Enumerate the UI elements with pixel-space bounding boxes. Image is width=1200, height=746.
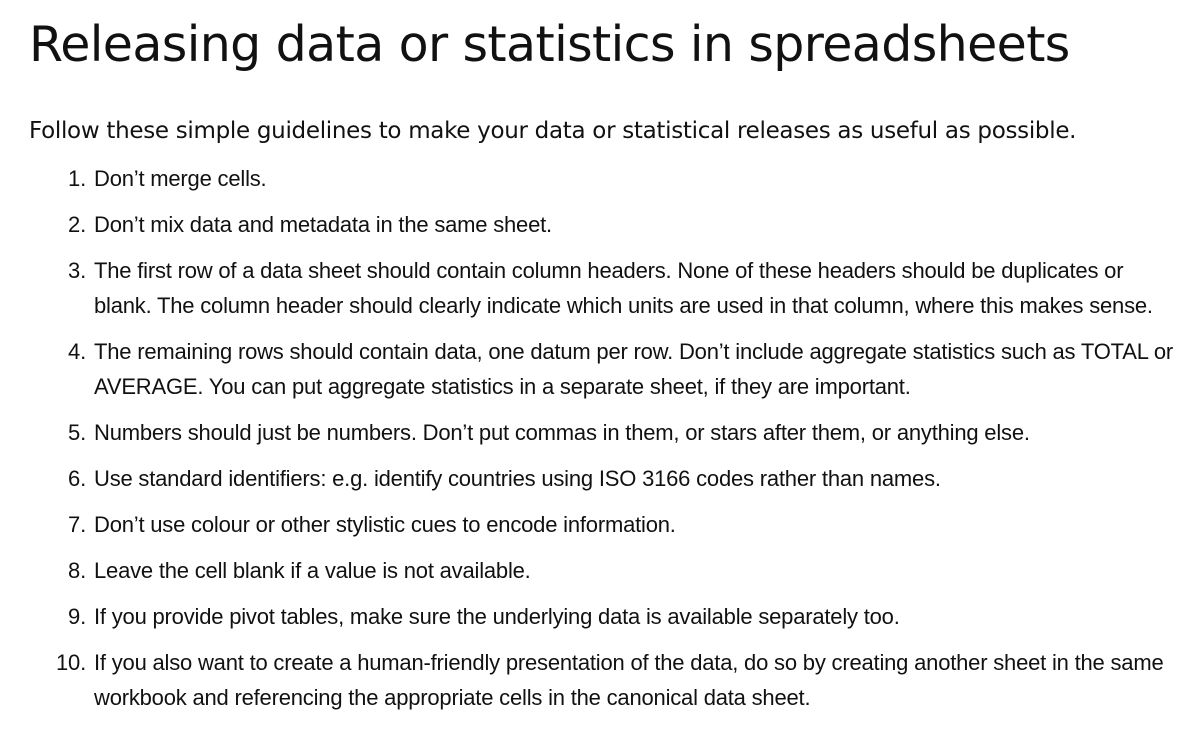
list-item-text: Use standard identifiers: e.g. identify … <box>94 466 941 491</box>
list-item: 7. Don’t use colour or other stylistic c… <box>29 507 1200 542</box>
list-item-text: Don’t merge cells. <box>94 166 267 191</box>
list-item-number: 10. <box>56 650 86 675</box>
list-item-text: Leave the cell blank if a value is not a… <box>94 558 531 583</box>
list-item-number: 2. <box>68 212 86 237</box>
intro-paragraph: Follow these simple guidelines to make y… <box>29 118 1077 144</box>
list-item-text: The remaining rows should contain data, … <box>94 339 1173 399</box>
list-item: 10. If you also want to create a human-f… <box>29 645 1200 715</box>
list-item: 2. Don’t mix data and metadata in the sa… <box>29 207 1200 242</box>
guidelines-list: 1. Don’t merge cells. 2. Don’t mix data … <box>29 161 1200 715</box>
list-item-number: 3. <box>68 258 86 283</box>
page: Releasing data or statistics in spreadsh… <box>0 0 1200 746</box>
list-item-number: 1. <box>68 166 86 191</box>
list-item-text: The first row of a data sheet should con… <box>94 258 1153 318</box>
list-item-number: 9. <box>68 604 86 629</box>
list-item: 1. Don’t merge cells. <box>29 161 1200 196</box>
list-item-number: 6. <box>68 466 86 491</box>
list-item: 8. Leave the cell blank if a value is no… <box>29 553 1200 588</box>
list-item-text: If you provide pivot tables, make sure t… <box>94 604 900 629</box>
list-item: 5. Numbers should just be numbers. Don’t… <box>29 415 1200 450</box>
list-item-number: 5. <box>68 420 86 445</box>
list-item-text: Don’t mix data and metadata in the same … <box>94 212 552 237</box>
list-item: 3. The first row of a data sheet should … <box>29 253 1200 323</box>
list-item-number: 8. <box>68 558 86 583</box>
list-item: 9. If you provide pivot tables, make sur… <box>29 599 1200 634</box>
page-title: Releasing data or statistics in spreadsh… <box>29 16 1070 73</box>
list-item-text: Don’t use colour or other stylistic cues… <box>94 512 676 537</box>
list-item: 4. The remaining rows should contain dat… <box>29 334 1200 404</box>
list-item-text: If you also want to create a human-frien… <box>94 650 1164 710</box>
list-item-number: 4. <box>68 339 86 364</box>
list-item-number: 7. <box>68 512 86 537</box>
list-item: 6. Use standard identifiers: e.g. identi… <box>29 461 1200 496</box>
list-item-text: Numbers should just be numbers. Don’t pu… <box>94 420 1030 445</box>
